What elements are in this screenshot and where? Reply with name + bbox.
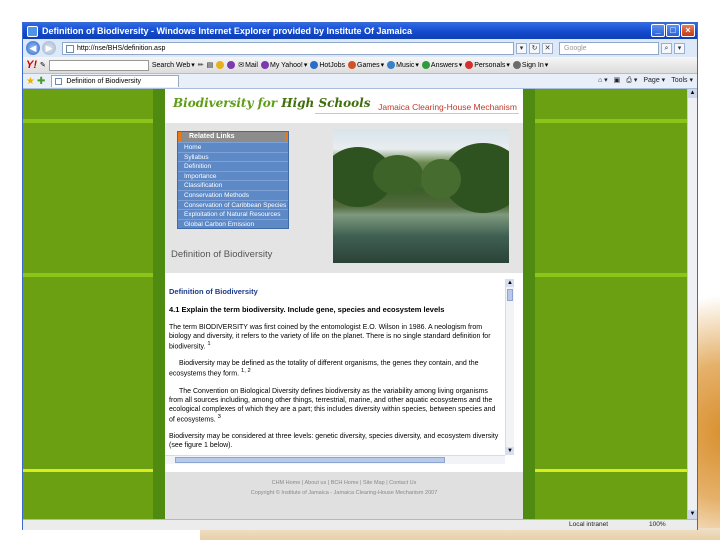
close-button[interactable]: × (681, 24, 695, 37)
security-zone: Local intranet (569, 521, 609, 528)
page-menu-button[interactable]: Page ▾ (643, 76, 665, 85)
article-paragraph: Biodiversity may be considered at three … (169, 433, 499, 450)
address-dropdown-icon[interactable]: ▾ (516, 42, 527, 54)
edit-icon[interactable]: ✎ (40, 61, 46, 69)
content-vertical-scrollbar[interactable]: ▲ ▼ (505, 279, 514, 455)
footer-links[interactable]: CHM Home | About us | BCH Home | Site Ma… (165, 480, 523, 486)
games-button[interactable]: Games ▾ (348, 61, 384, 69)
my-yahoo-button[interactable]: My Yahoo! ▾ (261, 61, 307, 69)
footer-copyright: Copyright © Institute of Jamaica - Jamai… (250, 490, 438, 496)
article-paragraph: Biodiversity may be defined as the total… (169, 360, 479, 378)
tab-title: Definition of Biodiversity (66, 78, 142, 85)
related-link-importance[interactable]: Importance (178, 170, 288, 181)
maximize-button[interactable]: □ (666, 24, 680, 37)
hotjobs-button[interactable]: HotJobs (310, 61, 345, 69)
ie-app-icon (27, 25, 38, 37)
status-bar: Local intranet 100% (23, 519, 697, 530)
address-row: ◀ ▶ http://nse/BHS/definition.asp ▾ ↻ ✕ … (23, 39, 697, 57)
address-url: http://nse/BHS/definition.asp (77, 44, 166, 52)
chm-title: Jamaica Clearing-House Mechanism (378, 102, 517, 112)
site-logo[interactable]: Biodiversity for High Schools (173, 96, 370, 110)
address-field[interactable]: http://nse/BHS/definition.asp (62, 41, 514, 55)
minimize-button[interactable]: _ (651, 24, 665, 37)
add-favorites-icon[interactable]: ✚ (37, 76, 45, 87)
tab-definition-of-biodiversity[interactable]: Definition of Biodiversity (51, 75, 180, 87)
related-links-panel: Related Links Home Syllabus Definition I… (177, 131, 289, 230)
scroll-up-icon[interactable]: ▲ (688, 89, 697, 98)
banner: Related Links Home Syllabus Definition I… (165, 123, 523, 273)
favorites-bar: ★ ✚ Definition of Biodiversity ⌂ ▾ ▣ ⎙ ▾… (23, 74, 697, 89)
bookmark-icon[interactable]: ▤ (207, 61, 214, 69)
article-paragraph: The Convention on Biological Diversity d… (169, 387, 496, 424)
related-link-carbon-emission[interactable]: Global Carbon Emission (178, 218, 288, 229)
window-controls: _ □ × (651, 24, 695, 37)
related-link-exploitation[interactable]: Exploitation of Natural Resources (178, 209, 288, 219)
feeds-icon[interactable]: ▣ (614, 76, 621, 85)
scroll-thumb[interactable] (507, 289, 513, 301)
page-icon (66, 44, 74, 53)
footnote-ref[interactable]: 1, 2 (241, 368, 251, 374)
related-link-conservation-caribbean[interactable]: Conservation of Caribbean Species (178, 199, 288, 210)
search-web-button[interactable]: Search Web ▾ (152, 61, 195, 70)
search-options-icon[interactable]: ▾ (674, 42, 685, 54)
related-link-syllabus[interactable]: Syllabus (178, 151, 288, 162)
site-column: Biodiversity for High Schools Jamaica Cl… (153, 89, 535, 519)
related-link-home[interactable]: Home (178, 142, 288, 152)
home-icon[interactable]: ⌂ ▾ (598, 76, 608, 85)
print-icon[interactable]: ⎙ ▾ (626, 76, 637, 85)
answers-button[interactable]: Answers ▾ (421, 61, 462, 69)
favorites-star-icon[interactable]: ★ (26, 76, 35, 87)
browser-window: Definition of Biodiversity - Windows Int… (22, 22, 698, 530)
content-horizontal-scrollbar[interactable] (165, 455, 505, 464)
window-vertical-scrollbar[interactable]: ▲ ▼ (687, 89, 697, 519)
music-button[interactable]: Music ▾ (387, 61, 419, 69)
article-question: 4.1 Explain the term biodiversity. Inclu… (169, 304, 445, 314)
back-button[interactable]: ◀ (26, 41, 40, 55)
article-heading: Definition of Biodiversity (169, 287, 258, 296)
window-title: Definition of Biodiversity - Windows Int… (42, 26, 412, 36)
forward-button[interactable]: ▶ (42, 41, 56, 55)
header-divider (315, 113, 519, 114)
site-header: Biodiversity for High Schools Jamaica Cl… (165, 89, 523, 119)
article: Definition of Biodiversity 4.1 Explain t… (169, 287, 503, 459)
scroll-down-icon[interactable]: ▼ (688, 510, 697, 519)
mangrove-photo (333, 129, 509, 263)
footnote-ref[interactable]: 3 (218, 414, 221, 420)
scroll-up-icon[interactable]: ▲ (506, 279, 514, 287)
page-title: Definition of Biodiversity (171, 249, 273, 260)
content-frame: Definition of Biodiversity 4.1 Explain t… (165, 279, 523, 467)
tab-page-icon (55, 78, 63, 85)
music-player-icon[interactable] (227, 61, 236, 69)
footnote-ref[interactable]: 1 (207, 341, 210, 347)
mail-button[interactable]: ✉ Mail (238, 61, 258, 70)
scroll-thumb[interactable] (175, 457, 445, 463)
related-links-title: Related Links (178, 132, 288, 142)
stop-icon[interactable]: ✕ (542, 42, 553, 54)
site-footer: CHM Home | About us | BCH Home | Site Ma… (165, 472, 523, 519)
yahoo-search-input[interactable] (48, 59, 149, 71)
related-link-classification[interactable]: Classification (178, 180, 288, 190)
zoom-level[interactable]: 100% (649, 521, 666, 528)
related-link-conservation-methods[interactable]: Conservation Methods (178, 189, 288, 200)
command-bar: ⌂ ▾ ▣ ⎙ ▾ Page ▾ Tools ▾ (598, 76, 693, 85)
site-container: Biodiversity for High Schools Jamaica Cl… (165, 89, 523, 519)
search-input[interactable]: Google (559, 41, 659, 55)
notes-icon[interactable] (216, 61, 225, 69)
article-paragraph: The term BIODIVERSITY was first coined b… (169, 323, 491, 351)
yahoo-logo[interactable]: Y! (26, 59, 37, 71)
scroll-down-icon[interactable]: ▼ (506, 447, 514, 455)
search-icon[interactable]: ⌕ (661, 42, 672, 54)
tools-menu-button[interactable]: Tools ▾ (671, 76, 693, 85)
page-viewport: Biodiversity for High Schools Jamaica Cl… (23, 89, 687, 519)
related-link-definition[interactable]: Definition (178, 161, 288, 171)
sign-in-button[interactable]: Sign In ▾ (512, 61, 548, 69)
title-bar: Definition of Biodiversity - Windows Int… (23, 23, 697, 39)
yahoo-toolbar: Y! ✎ Search Web ▾ ✏ ▤ ✉ Mail My Yahoo! ▾… (23, 57, 697, 74)
personals-button[interactable]: Personals ▾ (465, 61, 510, 69)
pencil-icon[interactable]: ✏ (198, 61, 204, 69)
refresh-icon[interactable]: ↻ (529, 42, 540, 54)
